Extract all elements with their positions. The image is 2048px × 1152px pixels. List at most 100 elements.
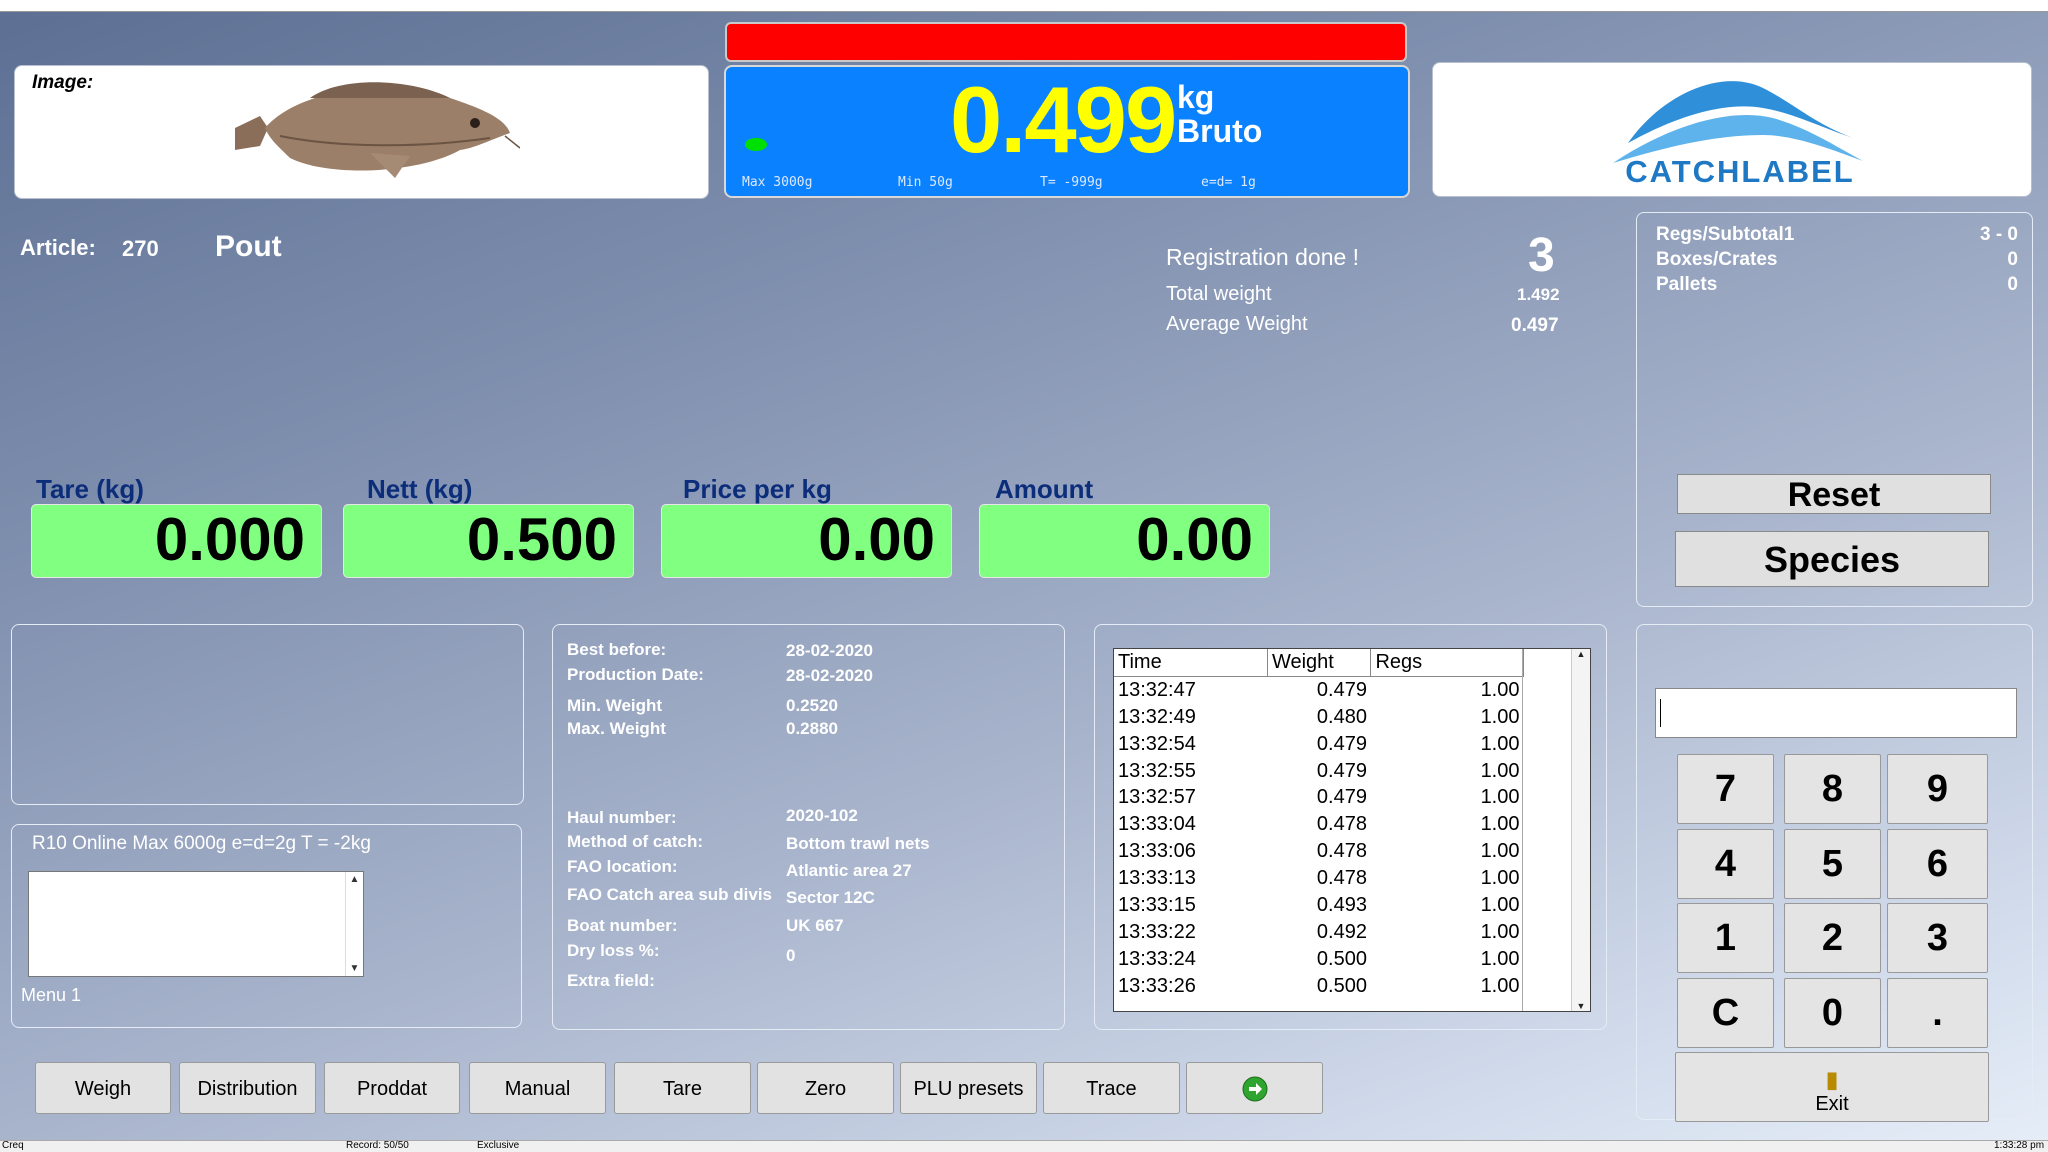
unit-label: kg — [1177, 79, 1215, 115]
keypad-input[interactable] — [1655, 688, 2017, 738]
reset-button[interactable]: Reset — [1677, 474, 1991, 514]
table-row[interactable]: 13:33:13 0.478 1.00 — [1114, 865, 1524, 892]
subtotal-row-pallets: Pallets 0 — [1656, 272, 2018, 297]
scroll-up-icon[interactable]: ▲ — [346, 874, 363, 885]
price-label: Price per kg — [683, 474, 832, 504]
article-label: Article: — [20, 235, 96, 260]
subtotal-value: 0 — [2007, 249, 2018, 270]
scroll-down-icon[interactable]: ▼ — [1572, 1001, 1590, 1011]
key-7[interactable]: 7 — [1677, 754, 1774, 824]
info-label: Best before: — [567, 640, 667, 659]
weigh-button[interactable]: Weigh — [35, 1062, 171, 1114]
menu-listbox[interactable]: ▲ ▼ — [28, 871, 364, 977]
table-row[interactable]: 13:33:24 0.500 1.00 — [1114, 946, 1524, 973]
cell-weight: 0.479 — [1316, 759, 1367, 782]
cell-weight: 0.479 — [1316, 678, 1367, 701]
key-6[interactable]: 6 — [1887, 829, 1988, 899]
subtotals-list: Regs/Subtotal1 3 - 0 Boxes/Crates 0 Pall… — [1656, 222, 2018, 297]
tare-label: Tare (kg) — [36, 474, 144, 504]
table-row[interactable]: 13:32:54 0.479 1.00 — [1114, 731, 1524, 758]
manual-button[interactable]: Manual — [469, 1062, 606, 1114]
cell-regs: 1.00 — [1480, 678, 1520, 701]
species-button[interactable]: Species — [1675, 531, 1989, 587]
info-value: 0.2880 — [786, 719, 838, 738]
zero-button[interactable]: Zero — [757, 1062, 894, 1114]
cell-time: 13:32:49 — [1118, 705, 1196, 728]
exit-button[interactable]: ▮ Exit — [1675, 1052, 1989, 1122]
tare-button[interactable]: Tare — [614, 1062, 751, 1114]
cell-weight: 0.478 — [1316, 867, 1367, 890]
next-button[interactable] — [1186, 1062, 1323, 1114]
info-label: Haul number: — [567, 808, 677, 827]
cell-time: 13:32:55 — [1118, 759, 1196, 782]
cell-regs: 1.00 — [1480, 974, 1520, 997]
grid-scrollbar[interactable]: ▲ ▼ — [1571, 649, 1590, 1011]
cell-weight: 0.479 — [1316, 786, 1367, 809]
amount-field[interactable]: 0.00 — [979, 504, 1270, 578]
table-row[interactable]: 13:32:57 0.479 1.00 — [1114, 784, 1524, 811]
table-row[interactable]: 13:33:15 0.493 1.00 — [1114, 892, 1524, 919]
cell-time: 13:33:22 — [1118, 920, 1196, 943]
table-row[interactable]: 13:33:26 0.500 1.00 — [1114, 973, 1524, 1000]
fish-image — [235, 82, 520, 178]
info-label: Method of catch: — [567, 832, 703, 851]
status-alarm-bar — [725, 22, 1407, 62]
text-cursor — [1660, 699, 1661, 727]
table-row[interactable]: 13:32:49 0.480 1.00 — [1114, 704, 1524, 731]
table-row[interactable]: 13:32:55 0.479 1.00 — [1114, 758, 1524, 785]
scroll-up-icon[interactable]: ▲ — [1572, 649, 1590, 659]
cell-time: 13:32:54 — [1118, 732, 1196, 755]
key-decimal[interactable]: . — [1887, 978, 1988, 1048]
column-header-weight[interactable]: Weight — [1267, 649, 1372, 677]
key-clear[interactable]: C — [1677, 978, 1774, 1048]
article-image-panel — [14, 65, 709, 199]
registration-count: 3 — [1528, 229, 1555, 282]
plu-presets-button[interactable]: PLU presets — [900, 1062, 1037, 1114]
cell-regs: 1.00 — [1480, 732, 1520, 755]
cell-time: 13:33:04 — [1118, 813, 1196, 836]
column-header-regs[interactable]: Regs — [1370, 649, 1524, 677]
trace-button[interactable]: Trace — [1043, 1062, 1180, 1114]
info-value: 0.2520 — [786, 696, 838, 715]
tare-field[interactable]: 0.000 — [31, 504, 322, 578]
price-field[interactable]: 0.00 — [661, 504, 952, 578]
key-5[interactable]: 5 — [1784, 829, 1881, 899]
key-2[interactable]: 2 — [1784, 903, 1881, 973]
status-left: Creq — [2, 1140, 24, 1151]
key-9[interactable]: 9 — [1887, 754, 1988, 824]
listbox-scrollbar[interactable]: ▲ ▼ — [345, 872, 363, 976]
cell-regs: 1.00 — [1480, 947, 1520, 970]
info-value: 28-02-2020 — [786, 666, 873, 685]
key-0[interactable]: 0 — [1784, 978, 1881, 1048]
menu-label: Menu 1 — [21, 985, 82, 1005]
cell-time: 13:33:26 — [1118, 974, 1196, 997]
info-value: 2020-102 — [786, 806, 858, 825]
key-1[interactable]: 1 — [1677, 903, 1774, 973]
logo-text: CATCHLABEL — [1625, 154, 1855, 189]
cell-weight: 0.500 — [1316, 947, 1367, 970]
info-label: Max. Weight — [567, 719, 666, 738]
cell-time: 13:33:13 — [1118, 867, 1196, 890]
weight-unit: kg Bruto — [1177, 80, 1262, 148]
status-bar: Creq Record: 50/50 Exclusive 1:33:28 pm — [0, 1140, 2048, 1152]
key-8[interactable]: 8 — [1784, 754, 1881, 824]
cell-time: 13:32:57 — [1118, 786, 1196, 809]
exit-label: Exit — [1815, 1093, 1849, 1115]
table-row[interactable]: 13:33:06 0.478 1.00 — [1114, 838, 1524, 865]
grid-divider — [1522, 649, 1523, 1011]
scroll-down-icon[interactable]: ▼ — [346, 963, 363, 974]
column-header-time[interactable]: Time — [1114, 649, 1268, 677]
key-4[interactable]: 4 — [1677, 829, 1774, 899]
key-3[interactable]: 3 — [1887, 903, 1988, 973]
nett-field[interactable]: 0.500 — [343, 504, 634, 578]
cell-weight: 0.478 — [1316, 813, 1367, 836]
table-row[interactable]: 13:33:22 0.492 1.00 — [1114, 919, 1524, 946]
proddat-button[interactable]: Proddat — [324, 1062, 460, 1114]
distribution-button[interactable]: Distribution — [179, 1062, 316, 1114]
table-row[interactable]: 13:33:04 0.478 1.00 — [1114, 811, 1524, 838]
cell-weight: 0.479 — [1316, 732, 1367, 755]
table-row[interactable]: 13:32:47 0.479 1.00 — [1114, 676, 1524, 703]
arrow-right-icon — [1242, 1076, 1267, 1102]
average-weight-value: 0.497 — [1511, 315, 1559, 336]
registration-log-grid[interactable]: Time Weight Regs 13:32:47 0.479 1.00 13:32… — [1113, 648, 1591, 1012]
